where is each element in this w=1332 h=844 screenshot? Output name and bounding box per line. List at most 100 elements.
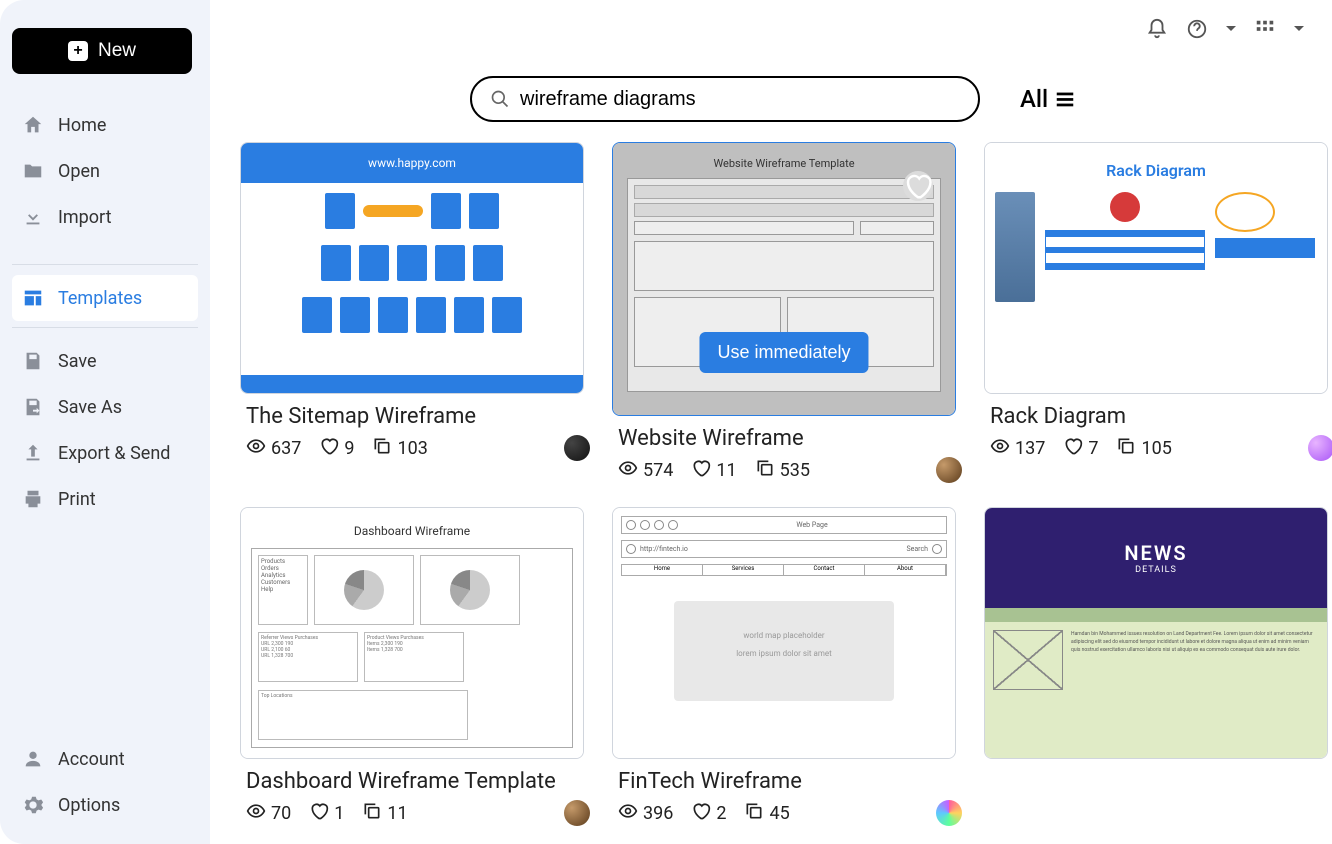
sidebar-item-label: Save xyxy=(58,351,97,372)
likes-count: 9 xyxy=(344,438,354,459)
copy-icon xyxy=(744,801,764,826)
use-immediately-button[interactable]: Use immediately xyxy=(699,332,868,373)
filter-label: All xyxy=(1020,85,1048,113)
template-card[interactable]: www.happy.com The Sitemap Wireframe 637 … xyxy=(240,142,590,483)
views-stat: 574 xyxy=(618,458,673,483)
likes-stat: 11 xyxy=(691,458,736,483)
copies-stat: 535 xyxy=(755,458,810,483)
template-stats: 137 7 105 xyxy=(984,435,1332,461)
author-avatar[interactable] xyxy=(564,435,590,461)
heart-icon xyxy=(691,458,711,483)
sidebar-item-account[interactable]: Account xyxy=(12,736,198,782)
sidebar-item-home[interactable]: Home xyxy=(12,102,198,148)
sidebar-item-label: Import xyxy=(58,207,111,228)
favorite-badge[interactable] xyxy=(903,171,933,201)
copies-count: 45 xyxy=(769,803,789,824)
content: All www.happy.com The Sitemap Wireframe … xyxy=(210,54,1332,844)
template-card[interactable]: Web Pagehttp://fintech.ioSearchHomeServi… xyxy=(612,507,962,826)
plus-icon: + xyxy=(68,41,88,61)
sidebar-item-label: Home xyxy=(58,115,106,136)
main: All www.happy.com The Sitemap Wireframe … xyxy=(210,0,1332,844)
copies-count: 535 xyxy=(780,460,810,481)
template-card[interactable]: NEWSDETAILSHamdan bin Mohammed issues re… xyxy=(984,507,1332,826)
sidebar-item-label: Export & Send xyxy=(58,443,170,464)
sidebar-item-label: Print xyxy=(58,489,96,510)
template-title: Rack Diagram xyxy=(990,404,1332,429)
author-avatar[interactable] xyxy=(1308,435,1332,461)
copies-stat: 45 xyxy=(744,801,789,826)
likes-stat: 2 xyxy=(691,801,726,826)
copy-icon xyxy=(755,458,775,483)
filter-all[interactable]: All xyxy=(1020,85,1076,113)
author-avatar[interactable] xyxy=(936,800,962,826)
heart-icon xyxy=(1063,436,1083,461)
eye-icon xyxy=(990,436,1010,461)
author-avatar[interactable] xyxy=(936,457,962,483)
views-stat: 137 xyxy=(990,436,1045,461)
template-thumbnail[interactable]: www.happy.com xyxy=(240,142,584,394)
template-thumbnail[interactable]: Dashboard WireframeProductsOrdersAnalyti… xyxy=(240,507,584,759)
print-icon xyxy=(22,488,44,510)
divider xyxy=(12,327,198,328)
sidebar-item-saveas[interactable]: Save As xyxy=(12,384,198,430)
template-thumbnail[interactable]: Web Pagehttp://fintech.ioSearchHomeServi… xyxy=(612,507,956,759)
menu-icon xyxy=(1054,88,1076,110)
chevron-down-icon[interactable] xyxy=(1294,18,1304,40)
copies-count: 103 xyxy=(397,438,427,459)
copies-stat: 11 xyxy=(362,801,407,826)
template-title: FinTech Wireframe xyxy=(618,769,962,794)
chevron-down-icon[interactable] xyxy=(1226,18,1236,40)
sidebar-item-export[interactable]: Export & Send xyxy=(12,430,198,476)
template-thumbnail[interactable]: NEWSDETAILSHamdan bin Mohammed issues re… xyxy=(984,507,1328,759)
templates-icon xyxy=(22,287,44,309)
sidebar-item-import[interactable]: Import xyxy=(12,194,198,240)
copy-icon xyxy=(1116,436,1136,461)
template-stats: 70 1 11 xyxy=(240,800,590,826)
topbar xyxy=(210,0,1332,58)
export-icon xyxy=(22,442,44,464)
author-avatar[interactable] xyxy=(564,800,590,826)
save-icon xyxy=(22,350,44,372)
template-stats: 396 2 45 xyxy=(612,800,962,826)
apps-icon[interactable] xyxy=(1254,18,1276,40)
template-thumbnail[interactable]: Rack Diagram xyxy=(984,142,1328,394)
template-card[interactable]: Website Wireframe Template Use immediate… xyxy=(612,142,962,483)
home-icon xyxy=(22,114,44,136)
search-icon xyxy=(490,89,510,109)
views-count: 396 xyxy=(643,803,673,824)
copies-count: 11 xyxy=(387,803,407,824)
new-button-label: New xyxy=(98,40,136,62)
sidebar-item-label: Account xyxy=(58,749,125,770)
views-stat: 396 xyxy=(618,801,673,826)
sidebar-item-label: Save As xyxy=(58,397,122,418)
template-thumbnail[interactable]: Website Wireframe Template Use immediate… xyxy=(612,142,956,416)
new-button[interactable]: + New xyxy=(12,28,192,74)
views-stat: 637 xyxy=(246,436,301,461)
account-icon xyxy=(22,748,44,770)
eye-icon xyxy=(618,801,638,826)
sidebar-item-options[interactable]: Options xyxy=(12,782,198,828)
template-title: The Sitemap Wireframe xyxy=(246,404,590,429)
bell-icon[interactable] xyxy=(1146,18,1168,40)
search-box[interactable] xyxy=(470,76,980,122)
copy-icon xyxy=(362,801,382,826)
likes-count: 11 xyxy=(716,460,736,481)
template-stats: 637 9 103 xyxy=(240,435,590,461)
likes-stat: 7 xyxy=(1063,436,1098,461)
likes-stat: 1 xyxy=(309,801,344,826)
help-icon[interactable] xyxy=(1186,18,1208,40)
divider xyxy=(12,264,198,265)
template-card[interactable]: Rack Diagram Rack Diagram 137 7 105 xyxy=(984,142,1332,483)
saveas-icon xyxy=(22,396,44,418)
views-count: 137 xyxy=(1015,438,1045,459)
search-input[interactable] xyxy=(520,88,960,111)
sidebar-item-open[interactable]: Open xyxy=(12,148,198,194)
sidebar-item-save[interactable]: Save xyxy=(12,338,198,384)
template-card[interactable]: Dashboard WireframeProductsOrdersAnalyti… xyxy=(240,507,590,826)
likes-count: 7 xyxy=(1088,438,1098,459)
sidebar-item-label: Open xyxy=(58,161,100,182)
sidebar-item-templates[interactable]: Templates xyxy=(12,275,198,321)
sidebar-item-print[interactable]: Print xyxy=(12,476,198,522)
template-title: Dashboard Wireframe Template xyxy=(246,769,590,794)
eye-icon xyxy=(618,458,638,483)
